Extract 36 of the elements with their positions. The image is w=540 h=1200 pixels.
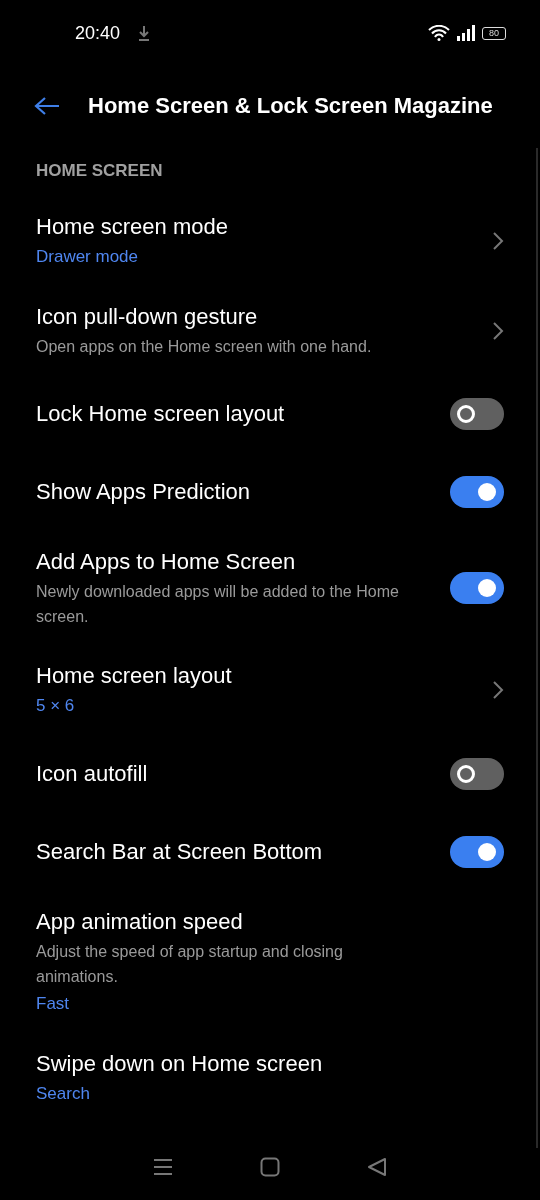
setting-title[interactable]: Add Apps to Home Screen: [36, 547, 434, 577]
setting-title[interactable]: Icon autofill: [36, 759, 434, 789]
toggle-switch[interactable]: [450, 758, 504, 790]
setting-title[interactable]: App animation speed: [36, 907, 504, 937]
chevron-icon: [492, 231, 504, 251]
setting-title[interactable]: Show Apps Prediction: [36, 477, 434, 507]
setting-title[interactable]: Home screen mode: [36, 212, 476, 242]
toggle-switch[interactable]: [450, 572, 504, 604]
back-icon[interactable]: [366, 1157, 387, 1177]
home-icon[interactable]: [260, 1157, 280, 1177]
page-title: Home Screen & Lock Screen Magazine: [88, 93, 493, 119]
chevron-icon: [492, 680, 504, 700]
chevron-icon: [492, 320, 504, 341]
setting-description: Newly downloaded apps will be added to the Home screen.: [36, 582, 400, 627]
status-time: 20:40: [75, 22, 121, 44]
setting-title[interactable]: Icon pull-down gesture: [36, 302, 476, 332]
setting-value: Fast: [36, 993, 71, 1015]
wifi-icon: [428, 25, 450, 41]
setting-title[interactable]: Lock Home screen layout: [36, 399, 434, 429]
battery-level: 80: [482, 26, 506, 40]
setting-title[interactable]: Home screen layout: [36, 661, 476, 691]
setting-value: Search: [36, 1083, 91, 1105]
setting-value: Drawer mode: [36, 246, 140, 268]
setting-description: Adjust the speed of app startup and closing animations.: [36, 942, 344, 987]
setting-description: Open apps on the Home screen with one hand.: [36, 337, 373, 357]
toggle-switch[interactable]: [450, 398, 504, 430]
toggle-switch[interactable]: [450, 476, 504, 508]
section-header: HOME SCREEN: [35, 160, 164, 182]
download-icon: [138, 25, 151, 41]
back-icon[interactable]: [34, 96, 60, 116]
signal-icon: [456, 25, 476, 41]
toggle-switch[interactable]: [450, 836, 504, 868]
setting-value: 5 × 6: [36, 695, 76, 717]
setting-title[interactable]: Swipe down on Home screen: [36, 1049, 504, 1079]
menu-icon[interactable]: [153, 1158, 174, 1176]
setting-title[interactable]: Search Bar at Screen Bottom: [36, 837, 434, 867]
